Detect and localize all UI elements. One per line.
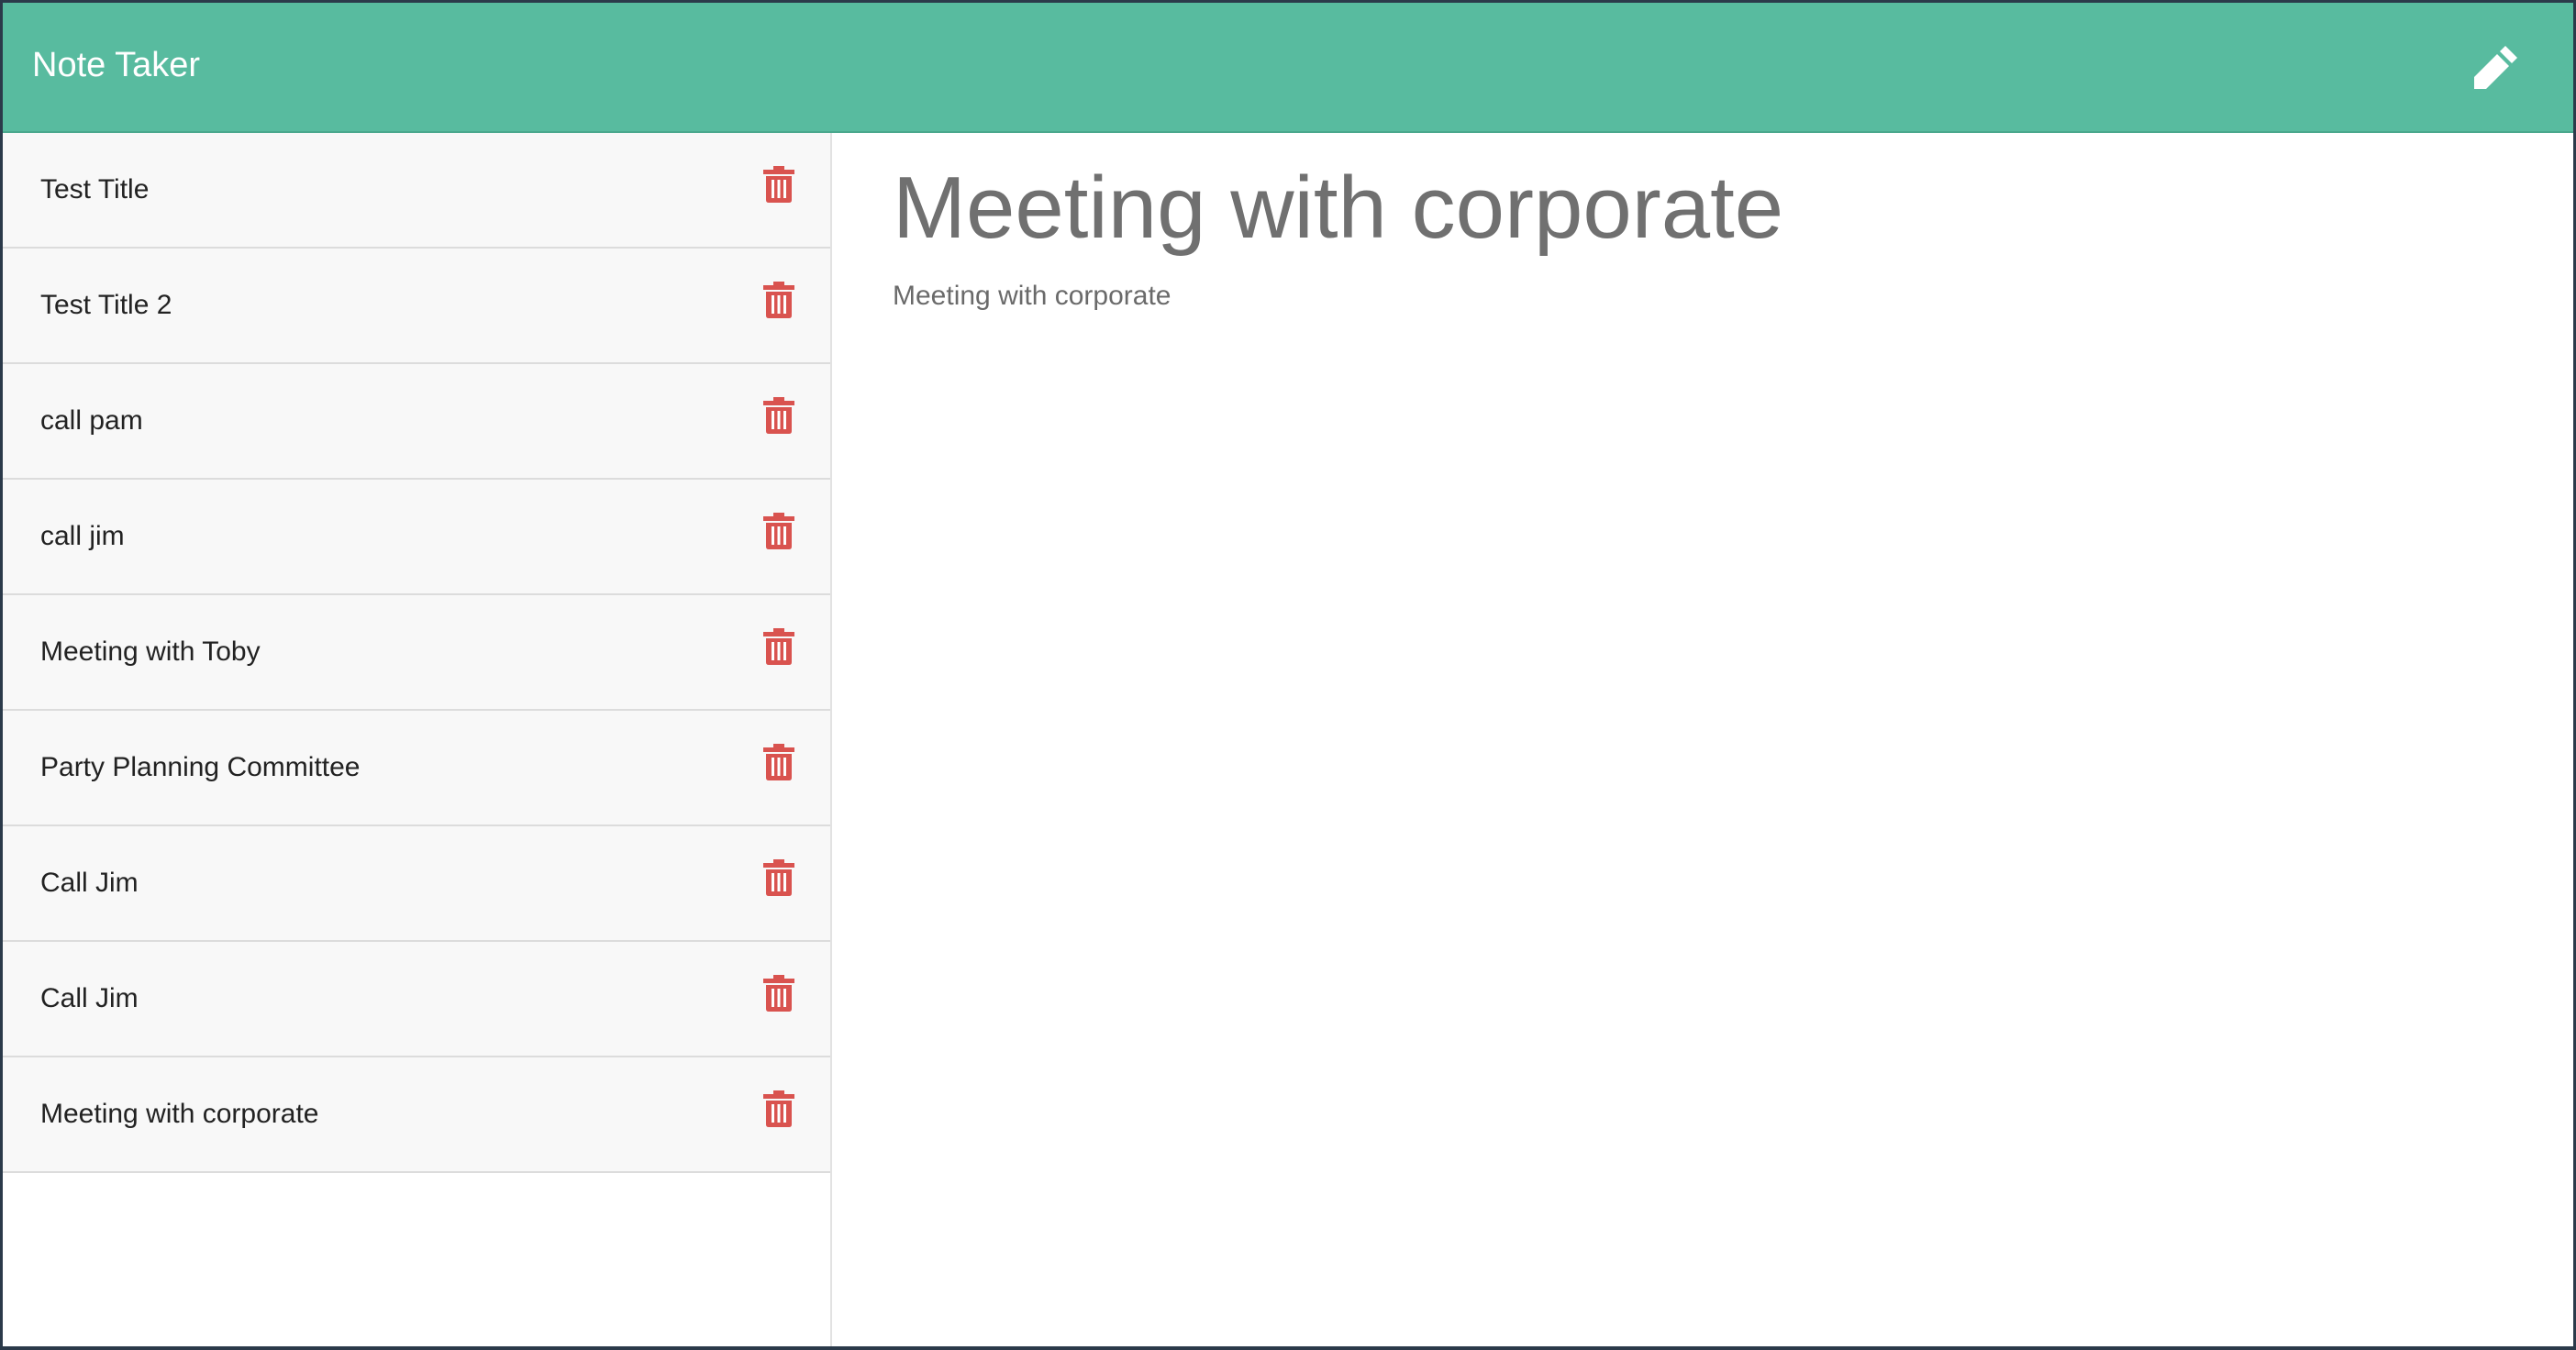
new-note-button[interactable]	[2471, 43, 2520, 93]
note-list-item[interactable]: Test Title	[3, 133, 830, 249]
note-list-item-title: Test Title 2	[40, 290, 172, 320]
note-list-item[interactable]: Call Jim	[3, 826, 830, 942]
note-list-item[interactable]: call jim	[3, 480, 830, 595]
navbar: Note Taker	[3, 3, 2573, 133]
trash-icon	[763, 282, 794, 318]
trash-icon	[763, 744, 794, 780]
note-list-item-title: Meeting with corporate	[40, 1099, 319, 1129]
note-list-item[interactable]: Meeting with Toby	[3, 595, 830, 711]
trash-icon	[763, 975, 794, 1012]
trash-icon	[763, 513, 794, 549]
app-window: Note Taker Test Title Test Title 2 call …	[3, 3, 2573, 1346]
note-text-area[interactable]: Meeting with corporate	[893, 278, 1171, 315]
delete-note-button[interactable]	[763, 282, 794, 318]
delete-note-button[interactable]	[763, 397, 794, 434]
delete-note-button[interactable]	[763, 1090, 794, 1127]
note-list: Test Title Test Title 2 call pam call ji…	[3, 133, 830, 1173]
note-list-item[interactable]: Party Planning Committee	[3, 711, 830, 826]
trash-icon	[763, 397, 794, 434]
delete-note-button[interactable]	[763, 628, 794, 665]
note-list-item-title: Test Title	[40, 174, 150, 205]
delete-note-button[interactable]	[763, 166, 794, 203]
note-list-item-title: Call Jim	[40, 868, 139, 898]
note-list-item[interactable]: Meeting with corporate	[3, 1057, 830, 1171]
note-sidebar: Test Title Test Title 2 call pam call ji…	[3, 133, 832, 1346]
note-editor: Meeting with corporate Meeting with corp…	[832, 133, 2573, 1346]
note-title-input[interactable]: Meeting with corporate	[893, 153, 1783, 263]
note-list-item-title: call pam	[40, 405, 143, 436]
delete-note-button[interactable]	[763, 975, 794, 1012]
app-title[interactable]: Note Taker	[32, 45, 200, 85]
note-list-item[interactable]: call pam	[3, 364, 830, 480]
note-list-item[interactable]: Test Title 2	[3, 249, 830, 364]
pencil-icon	[2474, 46, 2517, 89]
trash-icon	[763, 859, 794, 896]
delete-note-button[interactable]	[763, 859, 794, 896]
delete-note-button[interactable]	[763, 744, 794, 780]
note-list-item-title: call jim	[40, 521, 125, 551]
delete-note-button[interactable]	[763, 513, 794, 549]
note-list-item-title: Party Planning Committee	[40, 752, 361, 782]
trash-icon	[763, 166, 794, 203]
trash-icon	[763, 628, 794, 665]
trash-icon	[763, 1090, 794, 1127]
note-list-item-title: Call Jim	[40, 983, 139, 1013]
note-list-item-title: Meeting with Toby	[40, 636, 261, 667]
note-list-item[interactable]: Call Jim	[3, 942, 830, 1057]
